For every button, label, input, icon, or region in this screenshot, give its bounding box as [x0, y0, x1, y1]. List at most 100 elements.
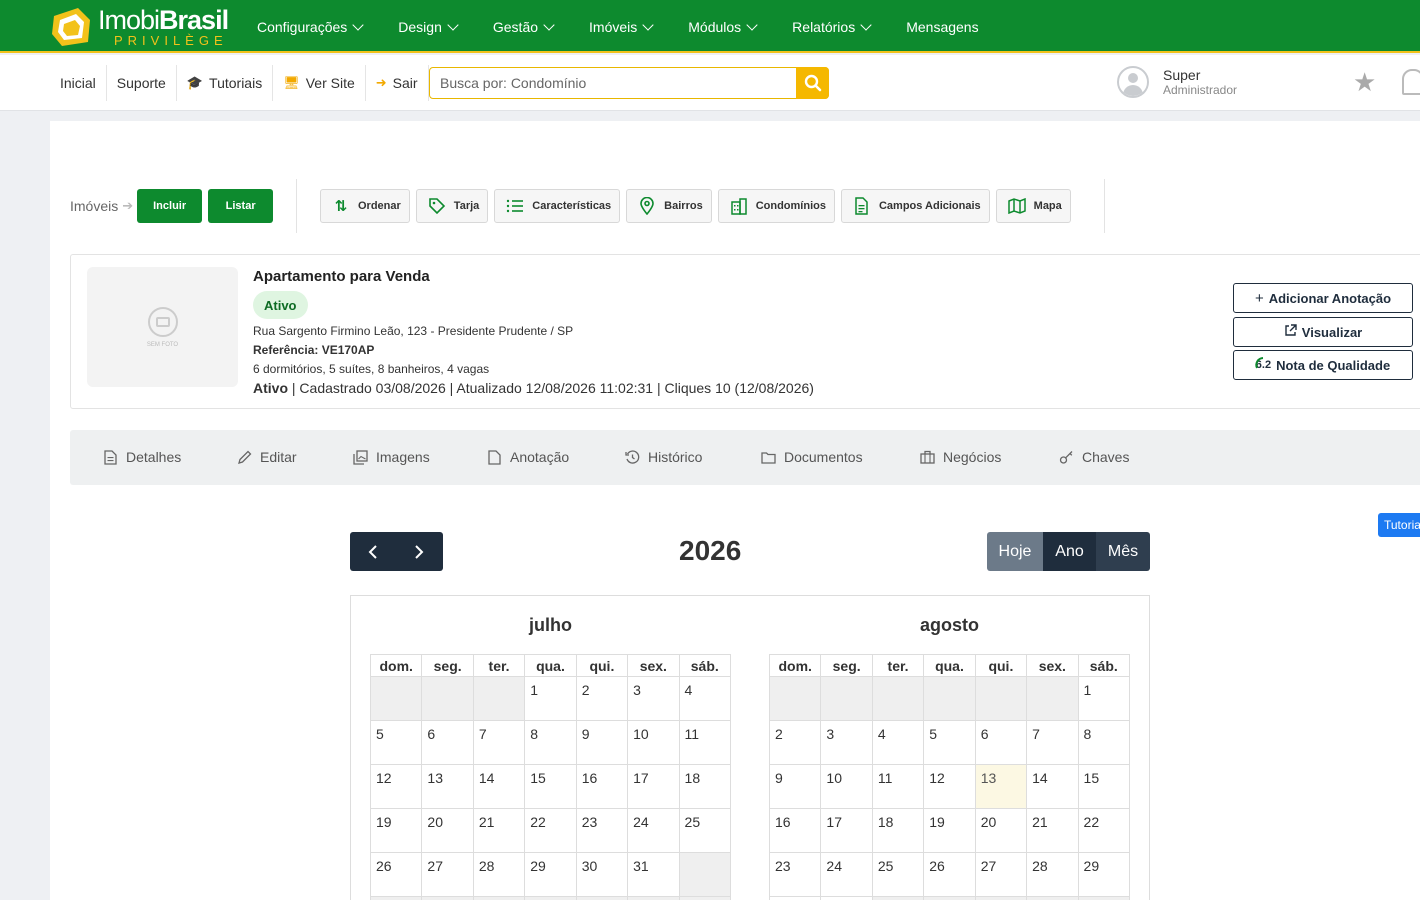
calendar-day[interactable]: 21 [472, 808, 526, 853]
calendar-day[interactable]: 23 [575, 808, 629, 853]
tutorial-button[interactable]: Tutorial [1378, 513, 1420, 537]
calendar-day[interactable]: 4 [678, 676, 732, 721]
calendar-day-today[interactable]: 13 [974, 764, 1028, 809]
add-note-button[interactable]: + Adicionar Anotação [1233, 283, 1413, 313]
tab-chaves[interactable]: Chaves [1059, 449, 1129, 465]
calendar-day[interactable]: 24 [627, 808, 680, 853]
user-menu[interactable]: Super Administrador [1117, 66, 1237, 98]
calendar-day[interactable]: 27 [974, 852, 1028, 897]
calendar-day[interactable]: 29 [524, 852, 577, 897]
tab-historico[interactable]: Histórico [625, 449, 702, 465]
link-tutoriais[interactable]: 🎓 Tutoriais [177, 65, 274, 101]
menu-design[interactable]: Design [398, 19, 459, 35]
calendar-day[interactable]: 11 [871, 764, 925, 809]
tab-anotacao[interactable]: Anotação [487, 449, 569, 465]
calendar-day[interactable]: 8 [524, 720, 577, 765]
brand-logo[interactable]: ImobiBrasil PRIVILÈGE [48, 4, 229, 50]
calendar-day[interactable]: 18 [871, 808, 925, 853]
calendar-day[interactable]: 6 [421, 720, 474, 765]
calendar-day[interactable]: 27 [421, 852, 474, 897]
calendar-day[interactable]: 7 [472, 720, 526, 765]
menu-configuracoes[interactable]: Configurações [257, 19, 364, 35]
calendar-day[interactable]: 22 [1077, 808, 1131, 853]
tab-negocios[interactable]: Negócios [920, 449, 1001, 465]
calendar-day[interactable]: 23 [768, 852, 822, 897]
calendar-day[interactable]: 28 [1026, 852, 1079, 897]
calendar-day[interactable]: 20 [974, 808, 1028, 853]
tool-mapa[interactable]: Mapa [995, 189, 1071, 223]
tool-campos-adicionais[interactable]: Campos Adicionais [840, 189, 990, 223]
calendar-day[interactable]: 15 [1077, 764, 1131, 809]
link-suporte[interactable]: Suporte [107, 65, 177, 101]
calendar-day[interactable]: 18 [678, 764, 732, 809]
calendar-day[interactable]: 13 [421, 764, 474, 809]
tool-ordenar[interactable]: ⇅ Ordenar [320, 189, 410, 223]
calendar-day[interactable]: 14 [1026, 764, 1079, 809]
search-input[interactable] [430, 68, 796, 98]
year-view-button[interactable]: Ano [1043, 532, 1096, 571]
tool-caracteristicas[interactable]: Características [494, 189, 621, 223]
menu-relatorios[interactable]: Relatórios [792, 19, 872, 35]
menu-gestao[interactable]: Gestão [493, 19, 555, 35]
calendar-day[interactable]: 30 [768, 896, 822, 900]
menu-mensagens[interactable]: Mensagens [906, 19, 978, 35]
month-view-button[interactable]: Mês [1096, 532, 1150, 571]
prev-button[interactable] [350, 532, 396, 571]
tab-documentos[interactable]: Documentos [761, 449, 863, 465]
calendar-day[interactable]: 28 [472, 852, 526, 897]
calendar-day[interactable]: 19 [923, 808, 976, 853]
calendar-day[interactable]: 5 [369, 720, 423, 765]
calendar-day[interactable]: 16 [768, 808, 822, 853]
calendar-day[interactable]: 30 [575, 852, 629, 897]
menu-imoveis[interactable]: Imóveis [589, 19, 654, 35]
search-button[interactable] [796, 67, 829, 99]
calendar-day[interactable]: 16 [575, 764, 629, 809]
calendar-day[interactable]: 3 [820, 720, 873, 765]
calendar-day[interactable]: 10 [627, 720, 680, 765]
calendar-day[interactable]: 6 [974, 720, 1028, 765]
bell-icon[interactable] [1402, 69, 1420, 95]
tab-imagens[interactable]: Imagens [353, 449, 430, 465]
calendar-day[interactable]: 15 [524, 764, 577, 809]
calendar-day[interactable]: 12 [369, 764, 423, 809]
calendar-day[interactable]: 24 [820, 852, 873, 897]
calendar-day[interactable]: 10 [820, 764, 873, 809]
tool-bairros[interactable]: Bairros [626, 189, 712, 223]
today-button[interactable]: Hoje [987, 532, 1043, 571]
calendar-day[interactable]: 2 [768, 720, 822, 765]
calendar-day[interactable]: 31 [627, 852, 680, 897]
calendar-day[interactable]: 22 [524, 808, 577, 853]
calendar-day[interactable]: 11 [678, 720, 732, 765]
calendar-day[interactable]: 3 [627, 676, 680, 721]
tab-editar[interactable]: Editar [237, 449, 297, 465]
calendar-day[interactable]: 9 [768, 764, 822, 809]
menu-modulos[interactable]: Módulos [688, 19, 758, 35]
calendar-day[interactable]: 4 [871, 720, 925, 765]
calendar-day[interactable]: 14 [472, 764, 526, 809]
calendar-day[interactable]: 25 [678, 808, 732, 853]
tab-detalhes[interactable]: Detalhes [103, 449, 181, 465]
calendar-day[interactable]: 12 [923, 764, 976, 809]
link-ver-site[interactable]: 🖥 Ver Site [273, 65, 366, 101]
calendar-day[interactable]: 26 [923, 852, 976, 897]
calendar-day[interactable]: 1 [524, 676, 577, 721]
calendar-day[interactable]: 25 [871, 852, 925, 897]
calendar-day[interactable]: 26 [369, 852, 423, 897]
tool-tarja[interactable]: Tarja [415, 189, 489, 223]
listar-button[interactable]: Listar [208, 189, 274, 223]
calendar-day[interactable]: 29 [1077, 852, 1131, 897]
calendar-day[interactable]: 7 [1026, 720, 1079, 765]
quality-button[interactable]: 6.2 Nota de Qualidade [1233, 350, 1413, 380]
link-sair[interactable]: ➜ Sair [366, 65, 429, 101]
incluir-button[interactable]: Incluir [137, 189, 203, 223]
tool-condominios[interactable]: Condomínios [717, 189, 835, 223]
calendar-day[interactable]: 19 [369, 808, 423, 853]
calendar-day[interactable]: 21 [1026, 808, 1079, 853]
calendar-day[interactable]: 17 [820, 808, 873, 853]
calendar-day[interactable]: 5 [923, 720, 976, 765]
calendar-day[interactable]: 17 [627, 764, 680, 809]
link-inicial[interactable]: Inicial [50, 65, 107, 101]
calendar-day[interactable]: 20 [421, 808, 474, 853]
calendar-day[interactable]: 1 [1077, 676, 1131, 721]
star-icon[interactable]: ★ [1353, 69, 1376, 95]
